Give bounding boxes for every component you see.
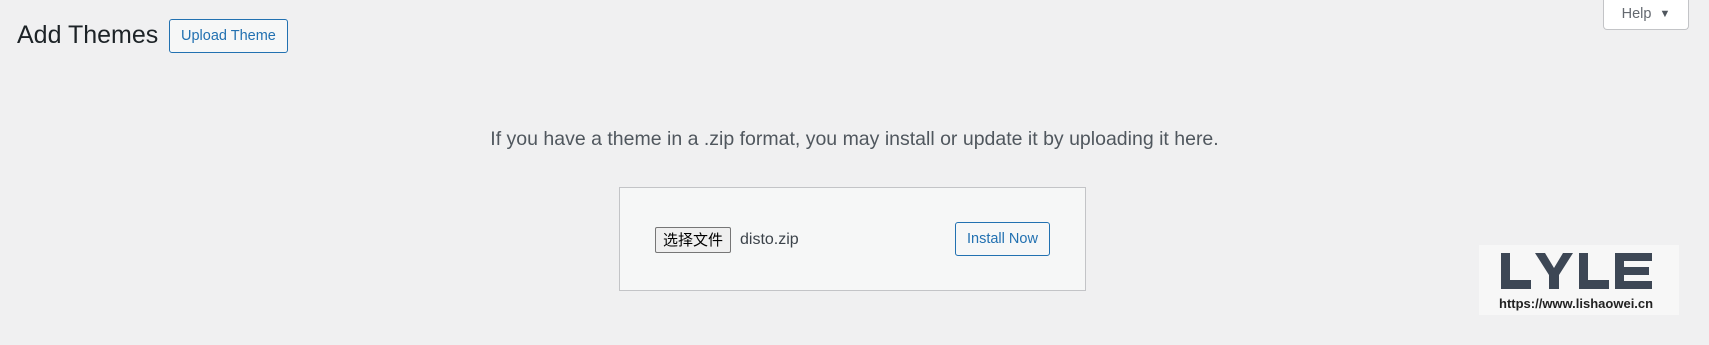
lyle-logo xyxy=(1501,253,1652,289)
upload-description: If you have a theme in a .zip format, yo… xyxy=(490,128,1219,150)
upload-form: 选择文件 disto.zip Install Now xyxy=(619,187,1086,291)
watermark: https://www.lishaowei.cn xyxy=(1479,245,1679,315)
watermark-url: https://www.lishaowei.cn xyxy=(1499,296,1654,311)
caret-down-icon: ▼ xyxy=(1659,7,1671,20)
upload-theme-button[interactable]: Upload Theme xyxy=(169,19,288,53)
install-now-button[interactable]: Install Now xyxy=(955,222,1050,256)
help-label: Help xyxy=(1621,6,1652,22)
choose-file-button[interactable]: 选择文件 xyxy=(655,227,732,253)
selected-file-name: disto.zip xyxy=(740,231,799,248)
help-tab-button[interactable]: Help ▼ xyxy=(1603,0,1689,30)
page-title: Add Themes xyxy=(17,21,159,49)
add-themes-page: Add Themes Upload Theme Help ▼ If you ha… xyxy=(0,0,1709,345)
